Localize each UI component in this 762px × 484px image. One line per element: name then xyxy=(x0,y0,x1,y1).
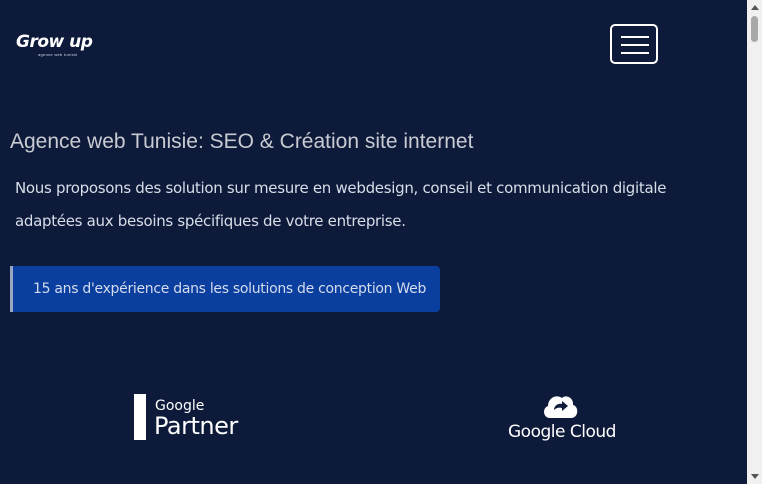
scroll-down-icon[interactable] xyxy=(751,474,759,479)
partner-bar-icon xyxy=(134,394,146,440)
experience-button[interactable]: 15 ans d'expérience dans les solutions d… xyxy=(10,266,440,312)
page-title: Agence web Tunisie: SEO & Création site … xyxy=(10,130,474,153)
google-cloud-badge: Google Cloud xyxy=(504,388,618,448)
google-partner-badge: Google Partner xyxy=(134,394,244,442)
scroll-up-icon[interactable] xyxy=(751,5,759,10)
page-scrollbar[interactable] xyxy=(747,0,762,484)
site-logo[interactable]: Grow up agence web tunisie xyxy=(16,32,96,60)
intro-text: Nous proposons des solution sur mesure e… xyxy=(15,179,667,230)
google-cloud-label: Google Cloud xyxy=(508,422,616,442)
logo-text: Grow up xyxy=(16,32,93,52)
scroll-thumb[interactable] xyxy=(751,16,758,42)
logo-tagline: agence web tunisie xyxy=(38,52,78,57)
google-partner-big-text: Partner xyxy=(154,412,238,440)
menu-button[interactable] xyxy=(610,24,658,64)
experience-button-label: 15 ans d'expérience dans les solutions d… xyxy=(33,281,427,297)
